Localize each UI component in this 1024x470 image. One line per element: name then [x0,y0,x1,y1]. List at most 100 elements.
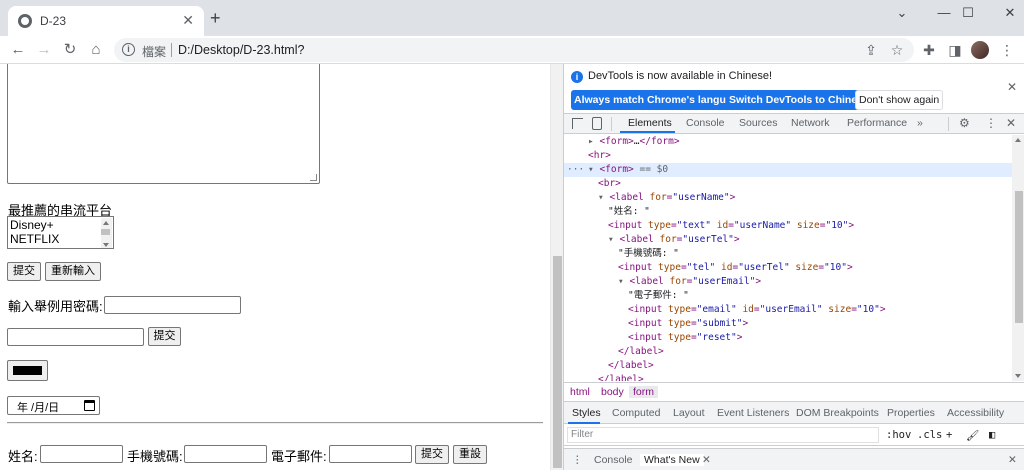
dom-node-row[interactable]: "電子郵件: " [564,289,1012,303]
inspect-icon[interactable] [572,118,583,129]
close-devtools-icon[interactable]: ✕ [1006,116,1016,131]
add-rule-icon[interactable]: + [946,429,952,441]
scroll-up-icon[interactable] [103,221,109,225]
drawer-tab-console[interactable]: Console [594,454,633,466]
dom-node-row[interactable]: <input type="text" id="userName" size="1… [564,219,1012,233]
dom-scrollbar-thumb[interactable] [1015,191,1023,323]
dom-node-row[interactable]: ▸ <form>…</form> [564,135,1012,149]
gear-icon[interactable]: ⚙ [959,116,970,131]
select-option[interactable]: NETFLIX [10,232,59,246]
menu-icon[interactable]: ⋮ [998,42,1016,58]
email-input[interactable] [329,445,412,463]
extensions-icon[interactable]: ✚ [920,42,938,58]
dom-scrollbar[interactable] [1012,135,1024,381]
omnibox[interactable]: i 檔案 D:/Desktop/D-23.html? [114,38,914,62]
tab-elements[interactable]: Elements [628,117,672,129]
side-panel-icon[interactable]: ◨ [946,42,964,58]
hover-state-button[interactable]: :hov [886,429,911,441]
page-scrollbar-thumb[interactable] [553,256,562,468]
password-input[interactable] [104,296,241,314]
expand-triangle-icon[interactable]: ▸ [588,136,599,147]
submit-button-3[interactable]: 提交 [415,445,449,464]
dont-show-button[interactable]: Don't show again [855,90,944,110]
text-input[interactable] [7,328,144,346]
scroll-down-icon[interactable] [103,243,109,247]
more-options-icon[interactable]: ⋮ [985,116,997,131]
tab-network[interactable]: Network [791,117,830,129]
dom-node-row[interactable]: <input type="tel" id="userTel" size="10"… [564,261,1012,275]
share-icon[interactable]: ⇪ [862,42,880,58]
name-input[interactable] [40,445,123,463]
reset-button-3[interactable]: 重設 [453,445,487,464]
match-language-button[interactable]: Always match Chrome's language [571,90,747,110]
dom-node-row[interactable]: ▾ <label for="userTel"> [564,233,1012,247]
device-toolbar-icon[interactable] [592,117,602,130]
dom-node-row[interactable]: ··· ▾ <form> == $0 [564,163,1012,177]
dom-node-row[interactable]: <input type="reset"> [564,331,1012,345]
info-icon[interactable]: i [122,43,135,56]
url-text[interactable]: D:/Desktop/D-23.html? [178,43,304,57]
dom-node-row[interactable]: <br> [564,177,1012,191]
styles-filter-input[interactable]: Filter [567,427,879,443]
scroll-down-icon[interactable] [1015,374,1021,378]
drawer-tab-close-icon[interactable]: ✕ [702,454,711,466]
tab-sources[interactable]: Sources [739,117,778,129]
color-picker[interactable] [7,360,48,381]
back-icon[interactable]: ← [8,40,28,60]
class-toggle-button[interactable]: .cls [917,429,942,441]
tab-performance[interactable]: Performance [847,117,907,129]
maximize-button[interactable]: ☐ [946,4,990,22]
drawer-menu-icon[interactable]: ⋮ [572,454,583,466]
tab-styles[interactable]: Styles [572,407,601,419]
drawer-tab-whats-new[interactable]: What's New [640,454,704,466]
dom-node-row[interactable]: <input type="email" id="userEmail" size=… [564,303,1012,317]
avatar[interactable] [971,41,989,59]
dom-node-row[interactable]: "手機號碼: " [564,247,1012,261]
forward-icon[interactable]: → [34,40,54,60]
paint-icon[interactable]: 🖌 [966,429,979,442]
tab-event-listeners[interactable]: Event Listeners [717,407,789,419]
tab-computed[interactable]: Computed [612,407,660,419]
site-info-label[interactable]: 檔案 [142,43,166,60]
dom-node-row[interactable]: </label> [564,345,1012,359]
dom-node-row[interactable]: ▾ <label for="userEmail"> [564,275,1012,289]
browser-tab[interactable]: D-23 ✕ [8,6,204,36]
collapse-triangle-icon[interactable]: ▾ [608,234,619,245]
dom-node-row[interactable]: <hr> [564,149,1012,163]
tel-input[interactable] [184,445,267,463]
more-tabs-icon[interactable]: » [917,117,923,129]
dom-node-row[interactable]: "姓名: " [564,205,1012,219]
window-close-button[interactable]: ✕ [988,4,1024,22]
star-icon[interactable]: ☆ [888,42,906,58]
collapse-triangle-icon[interactable]: ▾ [618,276,629,287]
platform-select[interactable]: Disney+ NETFLIX [7,216,114,249]
breadcrumb-form[interactable]: form [629,386,658,398]
page-scrollbar[interactable] [550,64,563,470]
reset-button[interactable]: 重新輸入 [45,262,101,281]
collapse-triangle-icon[interactable]: ▾ [588,164,599,175]
textarea[interactable] [7,64,320,184]
breadcrumb-html[interactable]: html [570,386,590,398]
scroll-up-icon[interactable] [1015,138,1021,142]
resize-grip-icon[interactable] [310,174,317,181]
dom-node-row[interactable]: </label> [564,359,1012,373]
select-scrollbar[interactable] [101,218,112,248]
dom-node-row[interactable]: </label> [564,373,1012,381]
reload-icon[interactable]: ↻ [60,40,80,60]
scrollbar-thumb[interactable] [101,229,110,235]
tab-close-icon[interactable]: ✕ [182,12,194,28]
date-input[interactable]: 年 /月/日 [7,396,100,415]
node-actions-icon[interactable]: ··· [567,163,584,177]
submit-button-2[interactable]: 提交 [148,327,181,346]
breadcrumb-body[interactable]: body [601,386,624,398]
infobar-close-icon[interactable]: ✕ [1007,80,1017,94]
tab-accessibility[interactable]: Accessibility [947,407,1004,419]
tab-console[interactable]: Console [686,117,725,129]
tab-layout[interactable]: Layout [673,407,705,419]
drawer-close-icon[interactable]: ✕ [1008,454,1017,466]
switch-language-button[interactable]: Switch DevTools to Chinese [726,90,872,110]
new-tab-button[interactable]: + [210,9,221,27]
tab-dom-breakpoints[interactable]: DOM Breakpoints [796,407,879,419]
select-option[interactable]: Disney+ [10,218,54,232]
dom-node-row[interactable]: <input type="submit"> [564,317,1012,331]
